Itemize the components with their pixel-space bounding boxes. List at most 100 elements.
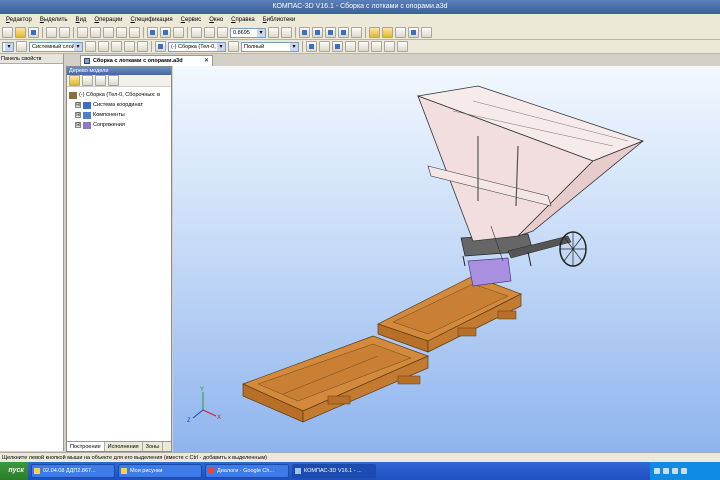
menu-editor[interactable]: Редактор: [2, 14, 36, 26]
tree-item-components[interactable]: ⊞ Компоненты: [69, 110, 169, 120]
menu-view[interactable]: Вид: [72, 14, 91, 26]
tree-root[interactable]: (-) Сборка (Тел-0, Сборочных: в: [69, 90, 169, 100]
language-icon[interactable]: [672, 468, 678, 474]
ortho-icon[interactable]: [124, 41, 135, 52]
print-icon[interactable]: [46, 27, 57, 38]
volume-icon[interactable]: [663, 468, 669, 474]
tree-root-label: (-) Сборка (Тел-0, Сборочных: в: [79, 92, 161, 98]
rotate-icon[interactable]: [281, 27, 292, 38]
color-icon[interactable]: [332, 41, 343, 52]
redo-icon[interactable]: [129, 27, 140, 38]
macro-icon[interactable]: [397, 41, 408, 52]
assembly-combo[interactable]: (-) Сборка (Тел-0, С: [168, 41, 226, 52]
hidden-lines-icon[interactable]: [312, 27, 323, 38]
tree-item-mates[interactable]: ⊞ Сопряжения: [69, 120, 169, 130]
paste-icon[interactable]: [103, 27, 114, 38]
display-mode-combo[interactable]: Полный: [241, 41, 299, 52]
select-filter-icon[interactable]: [369, 27, 380, 38]
insert-icon[interactable]: [371, 41, 382, 52]
network-icon[interactable]: [654, 468, 660, 474]
feeder-housing: [467, 257, 512, 287]
folder-icon: [34, 468, 40, 474]
menu-service[interactable]: Сервис: [177, 14, 206, 26]
snap-icon[interactable]: [111, 41, 122, 52]
menu-operations[interactable]: Операции: [90, 14, 126, 26]
chrome-icon: [208, 468, 214, 474]
orientation-icon[interactable]: [228, 41, 239, 52]
close-tab-icon[interactable]: ✕: [204, 56, 209, 66]
view-orient-icon[interactable]: [306, 41, 317, 52]
model-tree-title: Дерево модели: [67, 67, 171, 75]
assembly-document-icon: [84, 58, 90, 64]
tab-construction[interactable]: Построение: [67, 442, 105, 451]
layer-icon[interactable]: [16, 41, 27, 52]
taskbar-item-folder[interactable]: 02.04.08 ДДП2.867...: [31, 464, 115, 478]
properties-pane-header: Панель свойств: [0, 54, 63, 64]
layer-combo[interactable]: Системный слой (0): [29, 41, 83, 52]
zoom-in-icon[interactable]: [191, 27, 202, 38]
save-icon[interactable]: [28, 27, 39, 38]
zoom-out-icon[interactable]: [204, 27, 215, 38]
taskbar-item-kompas[interactable]: КОМПАС-3D V16.1 - ...: [292, 464, 376, 478]
menu-libraries[interactable]: Библиотеки: [259, 14, 300, 26]
folder-icon: [121, 468, 127, 474]
document-tab[interactable]: Сборка с лотками с опорами.a3d ✕: [80, 55, 213, 66]
tree-mode-icon[interactable]: [69, 75, 80, 86]
layer-settings-icon[interactable]: [85, 41, 96, 52]
new-file-icon[interactable]: [2, 27, 13, 38]
menu-select[interactable]: Выделить: [36, 14, 72, 26]
taskbar-item-label: 02.04.08 ДДП2.867...: [43, 468, 96, 474]
open-file-icon[interactable]: [15, 27, 26, 38]
tab-zones[interactable]: Зоны: [143, 442, 164, 451]
array-icon[interactable]: [384, 41, 395, 52]
mate-icon[interactable]: [358, 41, 369, 52]
preview-icon[interactable]: [59, 27, 70, 38]
zoom-window-icon[interactable]: [217, 27, 228, 38]
copy-icon[interactable]: [90, 27, 101, 38]
expand-icon[interactable]: ⊞: [75, 122, 81, 128]
pan-icon[interactable]: [268, 27, 279, 38]
taskbar-item-label: КОМПАС-3D V16.1 - ...: [304, 468, 362, 474]
menu-bar: Редактор Выделить Вид Операции Специфика…: [0, 14, 720, 26]
tree-split-icon[interactable]: [108, 75, 119, 86]
zoom-combo[interactable]: 0.8695: [230, 27, 266, 38]
wireframe-icon[interactable]: [299, 27, 310, 38]
shaded-icon[interactable]: [325, 27, 336, 38]
taskbar-item-chrome[interactable]: Диалоги - Google Ch...: [205, 464, 289, 478]
mates-icon: [83, 121, 91, 129]
menu-window[interactable]: Окно: [205, 14, 227, 26]
grid-icon[interactable]: [98, 41, 109, 52]
highlight-icon[interactable]: [382, 27, 393, 38]
expand-icon[interactable]: ⊞: [75, 112, 81, 118]
taskbar-item-pictures[interactable]: Мои рисунки: [118, 464, 202, 478]
manager-icon[interactable]: [147, 27, 158, 38]
settings-icon[interactable]: [421, 27, 432, 38]
model-tree-toolbar: [67, 75, 171, 87]
axis-y-label: Y: [200, 387, 204, 393]
material-icon[interactable]: [345, 41, 356, 52]
undo-icon[interactable]: [116, 27, 127, 38]
start-button[interactable]: пуск: [0, 462, 28, 480]
perspective-icon[interactable]: [351, 27, 362, 38]
coordinate-icon[interactable]: [137, 41, 148, 52]
model-viewport[interactable]: Y X Z: [173, 66, 720, 452]
component-icon[interactable]: [155, 41, 166, 52]
left-combo[interactable]: 0: [2, 41, 14, 52]
properties-icon[interactable]: [408, 27, 419, 38]
measure-icon[interactable]: [395, 27, 406, 38]
expand-icon[interactable]: ⊞: [75, 102, 81, 108]
tab-versions[interactable]: Исполнения: [105, 442, 143, 451]
library-icon[interactable]: [160, 27, 171, 38]
toolbar-separator: [151, 41, 152, 52]
menu-help[interactable]: Справка: [227, 14, 259, 26]
antivirus-icon[interactable]: [681, 468, 687, 474]
help-icon[interactable]: [173, 27, 184, 38]
menu-specification[interactable]: Спецификация: [127, 14, 177, 26]
tree-item-coordinates[interactable]: ⊞ Система координат: [69, 100, 169, 110]
windows-taskbar: пуск 02.04.08 ДДП2.867... Мои рисунки Ди…: [0, 462, 720, 480]
tree-filter-icon[interactable]: [95, 75, 106, 86]
tree-structure-icon[interactable]: [82, 75, 93, 86]
cut-icon[interactable]: [77, 27, 88, 38]
shaded-edges-icon[interactable]: [338, 27, 349, 38]
section-icon[interactable]: [319, 41, 330, 52]
